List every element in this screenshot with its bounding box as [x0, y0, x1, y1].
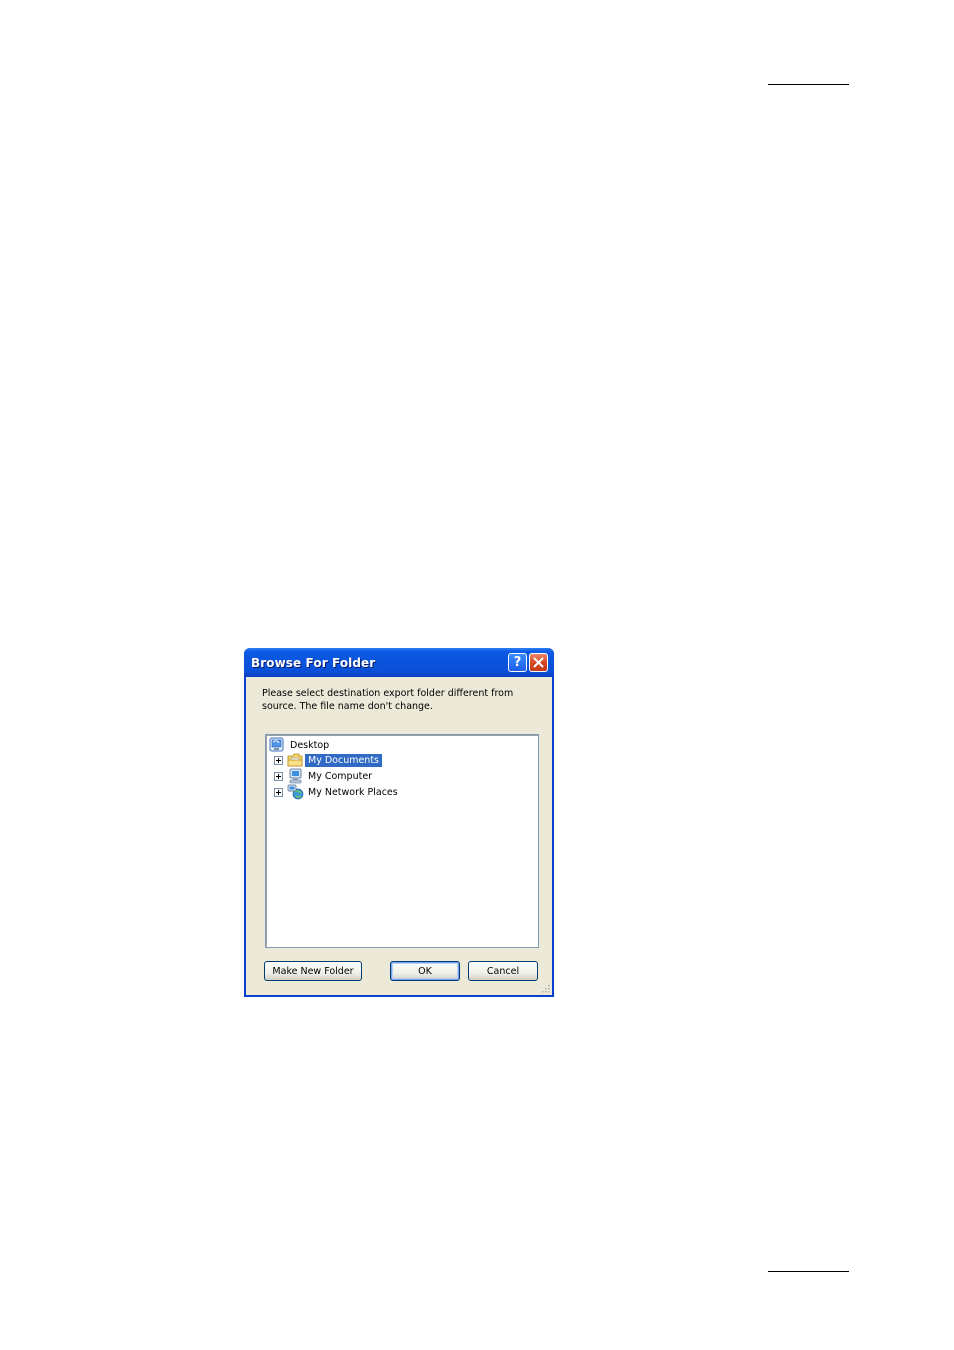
footer-rule [768, 1271, 849, 1272]
network-places-icon [287, 784, 304, 800]
tree-item-my-documents[interactable]: My Documents [287, 752, 383, 768]
expand-my-documents-icon[interactable] [274, 756, 283, 765]
tree-item-my-network-places[interactable]: My Network Places [287, 784, 401, 800]
computer-icon [287, 768, 304, 784]
prompt-line-2: source. The file name don't change. [262, 701, 433, 712]
folder-icon [287, 752, 304, 768]
tree-item-my-computer[interactable]: My Computer [287, 768, 375, 784]
dialog-prompt: Please select destination export folder … [262, 687, 532, 713]
tree-item-label: Desktop [290, 739, 330, 751]
header-rule [768, 84, 849, 85]
tree-item-label: My Documents [305, 753, 383, 767]
tree-item-label: My Network Places [308, 786, 398, 798]
folder-tree[interactable]: Desktop My Documents My Computer My Netw… [265, 734, 539, 948]
dialog-title: Browse For Folder [251, 656, 376, 670]
resize-grip-icon[interactable] [540, 983, 550, 993]
dialog-titlebar[interactable]: Browse For Folder ? [244, 648, 554, 677]
tree-item-label: My Computer [308, 770, 373, 782]
prompt-line-1: Please select destination export folder … [262, 688, 514, 699]
tree-item-desktop[interactable]: Desktop [269, 737, 332, 753]
help-icon[interactable]: ? [508, 653, 527, 672]
expand-my-network-places-icon[interactable] [274, 788, 283, 797]
desktop-icon [269, 737, 286, 753]
close-icon[interactable] [529, 653, 548, 672]
make-new-folder-button[interactable]: Make New Folder [264, 961, 362, 981]
cancel-button[interactable]: Cancel [468, 961, 538, 981]
browse-for-folder-dialog: Browse For Folder ? Please select destin… [244, 648, 554, 997]
expand-my-computer-icon[interactable] [274, 772, 283, 781]
ok-button[interactable]: OK [390, 961, 460, 981]
